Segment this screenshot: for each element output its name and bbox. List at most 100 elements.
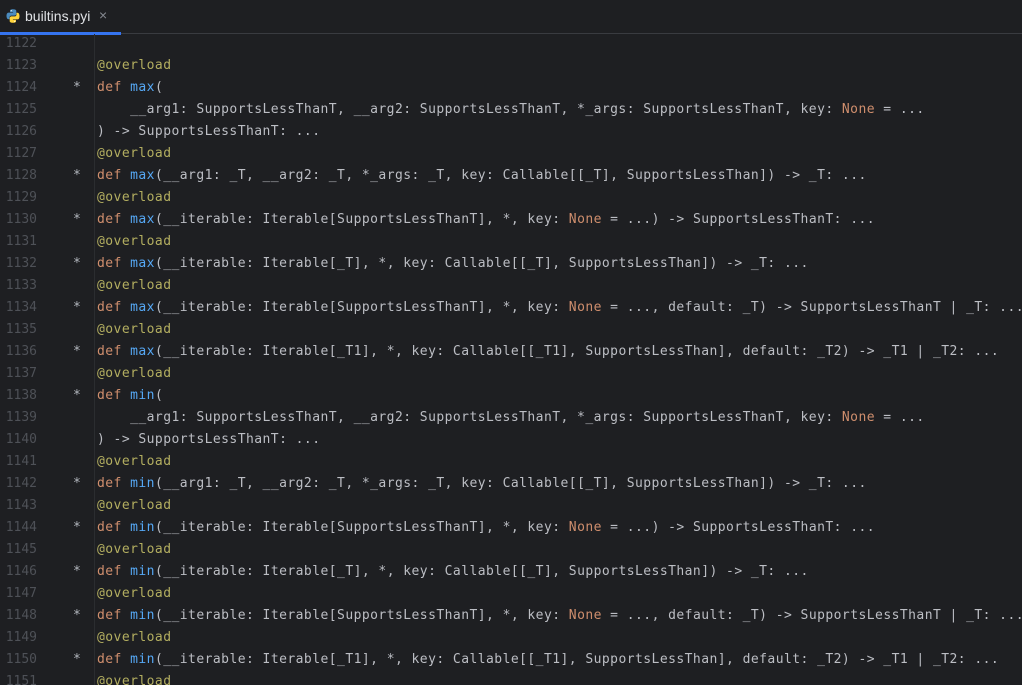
override-marker-icon[interactable]: * — [73, 165, 83, 187]
code-line[interactable]: 1123 @overload — [0, 55, 1022, 77]
line-number: 1139 — [5, 410, 37, 425]
code-line[interactable]: 1145 @overload — [0, 539, 1022, 561]
code-line[interactable]: 1122 — [0, 34, 1022, 55]
code-token: min — [130, 520, 155, 535]
code-line[interactable]: 1151 @overload — [0, 671, 1022, 685]
code-token: @overload — [97, 234, 172, 249]
code-text: def max(__iterable: Iterable[_T], *, key… — [97, 253, 809, 275]
code-text: def min(__arg1: _T, __arg2: _T, *_args: … — [97, 473, 867, 495]
code-line[interactable]: 1143 @overload — [0, 495, 1022, 517]
code-text: def min(__iterable: Iterable[_T1], *, ke… — [97, 649, 999, 671]
override-marker-icon[interactable]: * — [73, 253, 83, 275]
code-token: @overload — [97, 674, 172, 685]
line-number: 1136 — [5, 344, 37, 359]
code-line[interactable]: 1131 @overload — [0, 231, 1022, 253]
line-number: 1125 — [5, 102, 37, 117]
override-marker-icon[interactable]: * — [73, 385, 83, 407]
code-line[interactable]: 1132 * def max(__iterable: Iterable[_T], *… — [0, 253, 1022, 275]
line-number: 1123 — [5, 58, 37, 73]
code-line[interactable]: 1134 * def max(__iterable: Iterable[Suppor… — [0, 297, 1022, 319]
code-line[interactable]: 1139 __arg1: SupportsLessThanT, __arg2: … — [0, 407, 1022, 429]
override-marker-icon[interactable]: * — [73, 649, 83, 671]
code-token: min — [130, 564, 155, 579]
code-line[interactable]: 1128 * def max(__arg1: _T, __arg2: _T, *_a… — [0, 165, 1022, 187]
code-token: max — [130, 344, 155, 359]
override-marker-icon[interactable]: * — [73, 517, 83, 539]
code-text: @overload — [97, 671, 172, 685]
line-number: 1146 — [5, 564, 37, 579]
line-number: 1133 — [5, 278, 37, 293]
code-line[interactable]: 1137 @overload — [0, 363, 1022, 385]
code-line[interactable]: 1142 * def min(__arg1: _T, __arg2: _T, *_a… — [0, 473, 1022, 495]
code-text: ) -> SupportsLessThanT: ... — [97, 121, 320, 143]
code-line[interactable]: 1150 * def min(__iterable: Iterable[_T1], … — [0, 649, 1022, 671]
code-line[interactable]: 1136 * def max(__iterable: Iterable[_T1], … — [0, 341, 1022, 363]
line-number: 1151 — [5, 674, 37, 685]
code-token: (__iterable: Iterable[SupportsLessThanT]… — [154, 212, 569, 227]
code-token: (__iterable: Iterable[SupportsLessThanT]… — [154, 520, 569, 535]
code-line[interactable]: 1130 * def max(__iterable: Iterable[Suppor… — [0, 209, 1022, 231]
line-number: 1126 — [5, 124, 37, 139]
line-number: 1122 — [5, 36, 37, 51]
code-token: None — [841, 410, 876, 425]
code-line[interactable]: 1127 @overload — [0, 143, 1022, 165]
code-text: @overload — [97, 319, 172, 341]
override-marker-icon[interactable]: * — [73, 77, 83, 99]
override-marker-icon[interactable]: * — [73, 297, 83, 319]
tab-builtins-pyi[interactable]: builtins.pyi × — [0, 0, 121, 35]
code-token: def — [97, 652, 131, 667]
code-line[interactable]: 1135 @overload — [0, 319, 1022, 341]
code-token: @overload — [97, 542, 172, 557]
close-icon[interactable]: × — [99, 6, 107, 24]
code-text: @overload — [97, 143, 172, 165]
code-text: def max( — [97, 77, 163, 99]
override-marker-icon[interactable]: * — [73, 473, 83, 495]
code-token: def — [97, 564, 131, 579]
code-token: def — [97, 520, 131, 535]
code-token: = ... — [875, 410, 925, 425]
code-token: @overload — [97, 454, 172, 469]
code-text: __arg1: SupportsLessThanT, __arg2: Suppo… — [97, 99, 925, 121]
code-line[interactable]: 1129 @overload — [0, 187, 1022, 209]
code-text: __arg1: SupportsLessThanT, __arg2: Suppo… — [97, 407, 925, 429]
line-number: 1141 — [5, 454, 37, 469]
code-line[interactable]: 1147 @overload — [0, 583, 1022, 605]
code-token: (__arg1: _T, __arg2: _T, *_args: _T, key… — [154, 476, 867, 491]
line-number: 1128 — [5, 168, 37, 183]
line-number: 1143 — [5, 498, 37, 513]
override-marker-icon[interactable]: * — [73, 209, 83, 231]
code-line[interactable]: 1125 __arg1: SupportsLessThanT, __arg2: … — [0, 99, 1022, 121]
code-line[interactable]: 1126 ) -> SupportsLessThanT: ... — [0, 121, 1022, 143]
line-number: 1130 — [5, 212, 37, 227]
code-text: def max(__iterable: Iterable[SupportsLes… — [97, 209, 875, 231]
line-number: 1124 — [5, 80, 37, 95]
code-line[interactable]: 1148 * def min(__iterable: Iterable[Suppor… — [0, 605, 1022, 627]
editor-tab-bar: builtins.pyi × — [0, 0, 1022, 35]
code-token: def — [97, 344, 131, 359]
override-marker-icon[interactable]: * — [73, 605, 83, 627]
code-line[interactable]: 1138 * def min( — [0, 385, 1022, 407]
code-line[interactable]: 1124 * def max( — [0, 77, 1022, 99]
code-text: def max(__iterable: Iterable[SupportsLes… — [97, 297, 1022, 319]
code-line[interactable]: 1140) -> SupportsLessThanT: ... — [0, 429, 1022, 451]
tab-filename: builtins.pyi — [25, 8, 91, 24]
code-token: @overload — [97, 586, 172, 601]
line-number: 1131 — [5, 234, 37, 249]
code-line[interactable]: 1146 * def min(__iterable: Iterable[_T], *… — [0, 561, 1022, 583]
code-token: max — [130, 212, 155, 227]
code-text: def min(__iterable: Iterable[SupportsLes… — [97, 517, 875, 539]
line-number: 1149 — [5, 630, 37, 645]
code-editor[interactable]: 1122 1123 @overload 1124 * def max(1125 __arg… — [0, 34, 1022, 685]
override-marker-icon[interactable]: * — [73, 561, 83, 583]
code-token: min — [130, 388, 155, 403]
code-line[interactable]: 1141 @overload — [0, 451, 1022, 473]
code-line[interactable]: 1144 * def min(__iterable: Iterable[Suppor… — [0, 517, 1022, 539]
code-line[interactable]: 1133 @overload — [0, 275, 1022, 297]
override-marker-icon[interactable]: * — [73, 341, 83, 363]
code-line[interactable]: 1149 @overload — [0, 627, 1022, 649]
code-token: (__iterable: Iterable[_T], *, key: Calla… — [154, 564, 809, 579]
code-text: @overload — [97, 539, 172, 561]
code-token: @overload — [97, 498, 172, 513]
code-token: (__iterable: Iterable[_T], *, key: Calla… — [154, 256, 809, 271]
code-text: @overload — [97, 187, 172, 209]
